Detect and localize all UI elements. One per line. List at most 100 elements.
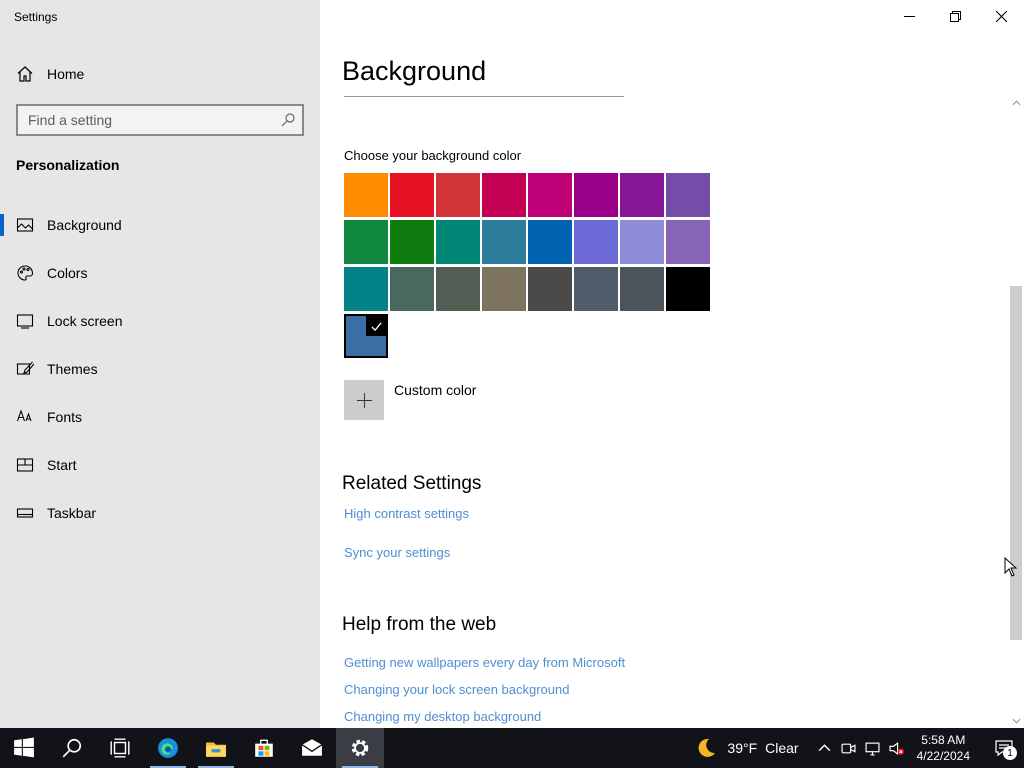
edge-icon [158, 738, 178, 758]
color-swatch[interactable] [344, 220, 388, 264]
color-swatch[interactable] [574, 267, 618, 311]
color-swatch[interactable] [528, 220, 572, 264]
moon-weather-icon [695, 737, 717, 759]
sidebar-item-start[interactable]: Start [0, 441, 320, 489]
wallpapers-help-link[interactable]: Getting new wallpapers every day from Mi… [344, 655, 625, 670]
themes-brush-icon [16, 360, 34, 378]
show-hidden-icons-button[interactable] [813, 728, 837, 768]
color-swatch[interactable] [436, 173, 480, 217]
color-swatch[interactable] [390, 267, 434, 311]
palette-icon [16, 264, 34, 282]
color-swatch[interactable] [666, 173, 710, 217]
custom-color-label: Custom color [394, 382, 477, 398]
color-swatch[interactable] [574, 220, 618, 264]
notification-count-badge: 1 [1003, 746, 1017, 760]
restore-button[interactable] [932, 0, 978, 32]
clock[interactable]: 5:58 AM 4/22/2024 [917, 732, 970, 764]
sidebar-item-label: Themes [47, 361, 98, 377]
mail-icon [301, 739, 323, 756]
choose-color-label: Choose your background color [344, 148, 522, 163]
minimize-button[interactable] [886, 0, 932, 32]
vertical-scrollbar[interactable] [1008, 96, 1024, 728]
volume-button[interactable] [885, 728, 909, 768]
home-nav-item[interactable]: Home [16, 62, 84, 86]
store-taskbar-button[interactable] [240, 728, 288, 768]
video-camera-icon [841, 743, 856, 753]
color-swatch[interactable] [620, 267, 664, 311]
color-swatch[interactable] [344, 267, 388, 311]
lock-screen-icon [16, 312, 34, 330]
color-swatch[interactable] [482, 220, 526, 264]
title-divider [344, 96, 624, 97]
start-button[interactable] [0, 728, 48, 768]
task-view-button[interactable] [96, 728, 144, 768]
color-swatch[interactable] [390, 220, 434, 264]
action-center-button[interactable]: 1 [984, 728, 1024, 768]
color-swatch[interactable] [528, 173, 572, 217]
color-swatch[interactable] [620, 173, 664, 217]
color-swatch[interactable] [666, 220, 710, 264]
weather-widget[interactable]: 39°F Clear [695, 737, 799, 759]
meet-now-button[interactable] [837, 728, 861, 768]
sync-settings-link[interactable]: Sync your settings [344, 545, 450, 560]
start-icon [16, 456, 34, 474]
picture-icon [16, 216, 34, 234]
restore-icon [949, 10, 961, 22]
color-swatch[interactable] [528, 267, 572, 311]
sidebar-item-taskbar[interactable]: Taskbar [0, 489, 320, 537]
scroll-thumb[interactable] [1010, 286, 1022, 640]
color-swatch[interactable] [390, 173, 434, 217]
sidebar-item-fonts[interactable]: Fonts [0, 393, 320, 441]
taskbar-search-button[interactable] [48, 728, 96, 768]
volume-muted-icon [889, 741, 905, 755]
color-swatch[interactable] [620, 220, 664, 264]
desktop-background-help-link[interactable]: Changing my desktop background [344, 709, 541, 724]
sidebar-item-lock-screen[interactable]: Lock screen [0, 297, 320, 345]
color-swatch[interactable] [436, 267, 480, 311]
weather-condition: Clear [765, 740, 799, 756]
clock-time: 5:58 AM [921, 733, 966, 747]
minimize-icon [903, 15, 915, 17]
sidebar-item-background[interactable]: Background [0, 201, 320, 249]
edge-taskbar-button[interactable] [144, 728, 192, 768]
taskbar-icon [16, 504, 34, 522]
mouse-cursor-icon [1004, 557, 1018, 577]
sidebar-item-label: Background [47, 217, 122, 233]
scroll-down-arrow-icon[interactable] [1008, 714, 1024, 728]
lock-screen-help-link[interactable]: Changing your lock screen background [344, 682, 569, 697]
fonts-icon [16, 408, 34, 426]
sidebar-item-label: Taskbar [47, 505, 97, 521]
search-box[interactable] [16, 104, 304, 136]
personalization-nav: Background Colors Lock screen Themes Fon… [0, 201, 320, 537]
scroll-up-arrow-icon[interactable] [1008, 96, 1024, 110]
color-swatch[interactable] [344, 173, 388, 217]
color-swatch[interactable] [482, 267, 526, 311]
page-title: Background [342, 56, 487, 86]
network-button[interactable] [861, 728, 885, 768]
network-icon [865, 742, 880, 756]
system-tray: 39°F Clear 5:58 AM 4/22/2024 1 [695, 728, 1024, 768]
file-explorer-taskbar-button[interactable] [192, 728, 240, 768]
high-contrast-settings-link[interactable]: High contrast settings [344, 506, 469, 521]
file-explorer-icon [206, 742, 226, 757]
color-swatch[interactable] [666, 267, 710, 311]
task-view-icon [110, 738, 130, 758]
clock-date: 4/22/2024 [916, 749, 970, 763]
search-icon[interactable] [280, 112, 296, 128]
color-swatch[interactable] [436, 220, 480, 264]
sidebar-item-themes[interactable]: Themes [0, 345, 320, 393]
taskbar: 39°F Clear 5:58 AM 4/22/2024 1 [0, 728, 1024, 768]
color-swatch[interactable] [574, 173, 618, 217]
sidebar-item-label: Colors [47, 265, 88, 281]
sidebar-item-label: Lock screen [47, 313, 123, 329]
mail-taskbar-button[interactable] [288, 728, 336, 768]
app-title: Settings [14, 10, 58, 24]
sidebar-item-colors[interactable]: Colors [0, 249, 320, 297]
custom-color-button[interactable]: Custom color [344, 380, 476, 420]
search-input[interactable] [18, 105, 280, 135]
color-swatch[interactable] [482, 173, 526, 217]
close-button[interactable] [978, 0, 1024, 32]
selected-color-swatch[interactable] [344, 314, 388, 358]
settings-taskbar-button[interactable] [336, 728, 384, 768]
search-icon [62, 738, 82, 758]
